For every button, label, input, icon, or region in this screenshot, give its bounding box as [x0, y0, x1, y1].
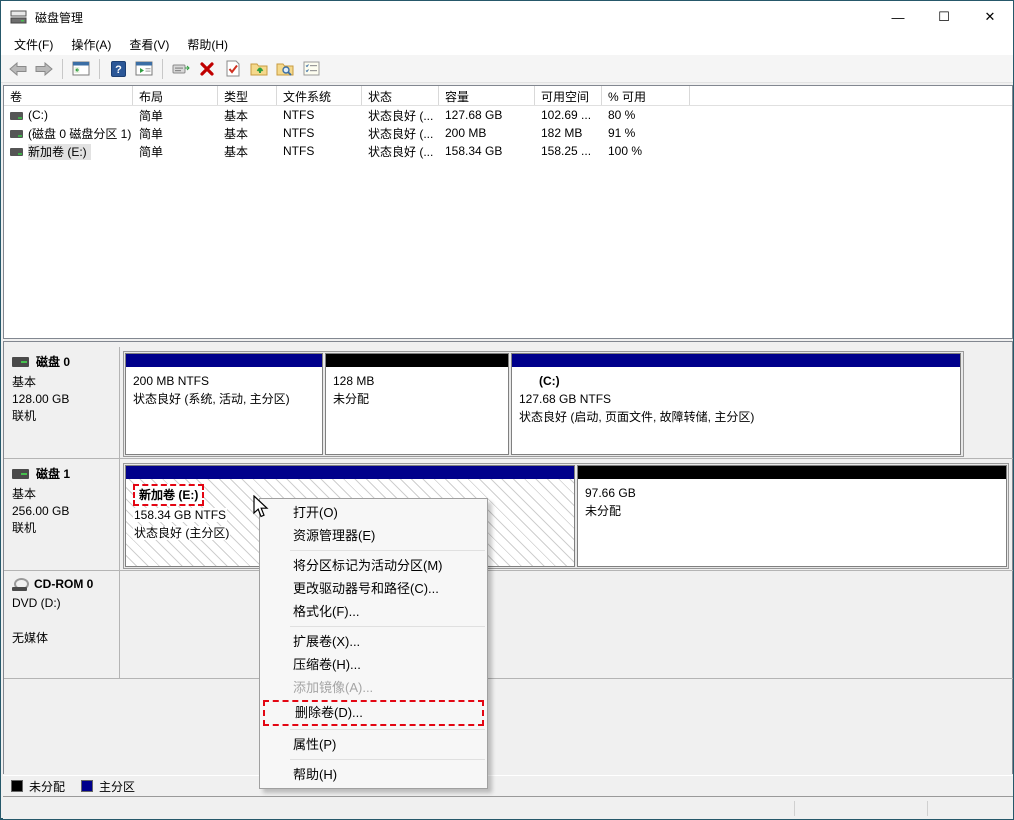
disk1-row: 磁盘 1 基本 256.00 GB 联机 新加卷 (E:) 158.34 GB … [4, 459, 1013, 571]
disk-icon [12, 468, 29, 479]
disk-icon [12, 356, 29, 367]
col-type[interactable]: 类型 [218, 86, 277, 105]
col-free-space[interactable]: 可用空间 [535, 86, 602, 105]
col-pct-free[interactable]: % 可用 [602, 86, 690, 105]
disk-management-window: 磁盘管理 — ☐ ✕ 文件(F) 操作(A) 查看(V) 帮助(H) ? 卷 布… [0, 0, 1014, 820]
menu-separator [290, 759, 485, 760]
back-arrow-icon[interactable] [7, 58, 29, 80]
title-bar: 磁盘管理 — ☐ ✕ [1, 1, 1013, 33]
menu-action[interactable]: 操作(A) [62, 33, 120, 56]
menu-item-shrink-volume[interactable]: 压缩卷(H)... [260, 653, 487, 676]
partition-color-bar [326, 354, 508, 367]
col-layout[interactable]: 布局 [133, 86, 218, 105]
divider [4, 678, 1013, 679]
cdrom-info-panel[interactable]: CD-ROM 0 DVD (D:) 无媒体 [4, 571, 120, 678]
task-list-icon[interactable] [300, 58, 322, 80]
minimize-button[interactable]: — [875, 1, 921, 33]
status-bar [3, 798, 1013, 819]
disk0-partition-system[interactable]: 200 MB NTFS 状态良好 (系统, 活动, 主分区) [125, 353, 323, 455]
col-capacity[interactable]: 容量 [439, 86, 535, 105]
divider [794, 801, 795, 816]
menu-bar: 文件(F) 操作(A) 查看(V) 帮助(H) [1, 33, 1013, 55]
toolbar-separator [62, 58, 63, 79]
help-icon[interactable]: ? [107, 58, 129, 80]
volume-icon [10, 148, 23, 157]
primary-partition-swatch [81, 780, 94, 792]
disk0-row: 磁盘 0 基本 128.00 GB 联机 200 MB NTFS 状态良好 (系… [4, 347, 1013, 459]
menu-item-help[interactable]: 帮助(H) [260, 763, 487, 786]
unallocated-swatch [11, 780, 23, 792]
menu-item-change-drive-letter[interactable]: 更改驱动器号和路径(C)... [260, 577, 487, 600]
table-row[interactable]: (C:) 简单 基本 NTFS 状态良好 (... 127.68 GB 102.… [4, 106, 1012, 124]
cdrom-row: CD-ROM 0 DVD (D:) 无媒体 [4, 571, 1013, 679]
partition-color-bar [512, 354, 960, 367]
menu-separator [290, 626, 485, 627]
folder-search-icon[interactable] [274, 58, 296, 80]
window-title: 磁盘管理 [35, 10, 84, 25]
menu-item-properties[interactable]: 属性(P) [260, 733, 487, 756]
menu-item-extend-volume[interactable]: 扩展卷(X)... [260, 630, 487, 653]
divider [927, 801, 928, 816]
menu-view[interactable]: 查看(V) [120, 33, 178, 56]
menu-separator [290, 729, 485, 730]
menu-item-add-mirror: 添加镜像(A)... [293, 680, 374, 695]
toolbar-separator [162, 58, 163, 79]
validate-doc-icon[interactable] [222, 58, 244, 80]
volume-icon [10, 130, 23, 139]
app-disk-icon [10, 9, 28, 25]
volume-icon [10, 111, 23, 120]
toolbar: ? [1, 55, 1013, 83]
menu-help[interactable]: 帮助(H) [178, 33, 237, 56]
partition-color-bar [126, 466, 574, 479]
menu-item-delete-volume[interactable]: 删除卷(D)... [265, 702, 482, 724]
forward-arrow-icon[interactable] [33, 58, 55, 80]
col-status[interactable]: 状态 [362, 86, 439, 105]
highlight-box-volume-label: 新加卷 (E:) [133, 484, 205, 506]
toolbar-separator [99, 58, 100, 79]
highlight-box-delete-volume: 删除卷(D)... [263, 700, 484, 726]
partition-color-bar [126, 354, 322, 367]
disk0-strip: 200 MB NTFS 状态良好 (系统, 活动, 主分区) 128 MB 未分… [123, 351, 964, 457]
disk0-partition-c[interactable]: (C:) 127.68 GB NTFS 状态良好 (启动, 页面文件, 故障转储… [511, 353, 961, 455]
legend-primary-partition: 主分区 [81, 778, 135, 795]
graphical-pane: 磁盘 0 基本 128.00 GB 联机 200 MB NTFS 状态良好 (系… [3, 341, 1013, 774]
menu-item-open[interactable]: 打开(O) [260, 501, 487, 524]
table-row[interactable]: (磁盘 0 磁盘分区 1) 简单 基本 NTFS 状态良好 (... 200 M… [4, 124, 1012, 142]
menu-item-explorer[interactable]: 资源管理器(E) [260, 524, 487, 547]
disk1-info-panel[interactable]: 磁盘 1 基本 256.00 GB 联机 [4, 459, 120, 570]
disk1-partition-unallocated[interactable]: 97.66 GB 未分配 [577, 465, 1007, 567]
partition-color-bar [578, 466, 1006, 479]
delete-x-icon[interactable] [196, 58, 218, 80]
console-tree-icon[interactable] [70, 58, 92, 80]
menu-file[interactable]: 文件(F) [5, 33, 62, 56]
action-pane-icon[interactable] [133, 58, 155, 80]
col-volume[interactable]: 卷 [4, 86, 133, 105]
menu-separator [290, 550, 485, 551]
cdrom-icon [12, 577, 29, 591]
volume-context-menu: 打开(O) 资源管理器(E) 将分区标记为活动分区(M) 更改驱动器号和路径(C… [259, 498, 488, 789]
svg-text:?: ? [115, 64, 122, 76]
folder-up-icon[interactable] [248, 58, 270, 80]
menu-item-format[interactable]: 格式化(F)... [260, 600, 487, 623]
volume-list-pane: 卷 布局 类型 文件系统 状态 容量 可用空间 % 可用 (C:) 简单 基本 … [3, 85, 1013, 339]
volume-list-header: 卷 布局 类型 文件系统 状态 容量 可用空间 % 可用 [4, 86, 1012, 106]
legend-unallocated: 未分配 [11, 778, 65, 795]
mouse-cursor [253, 494, 270, 522]
maximize-button[interactable]: ☐ [921, 1, 967, 33]
disk0-info-panel[interactable]: 磁盘 0 基本 128.00 GB 联机 [4, 347, 120, 458]
close-button[interactable]: ✕ [967, 1, 1013, 33]
status-popup-icon[interactable] [170, 58, 192, 80]
col-filesystem[interactable]: 文件系统 [277, 86, 362, 105]
menu-item-mark-active[interactable]: 将分区标记为活动分区(M) [260, 554, 487, 577]
disk0-partition-unallocated[interactable]: 128 MB 未分配 [325, 353, 509, 455]
legend-bar: 未分配 主分区 [3, 775, 1013, 797]
table-row-selected[interactable]: 新加卷 (E:) 简单 基本 NTFS 状态良好 (... 158.34 GB … [4, 142, 1012, 160]
